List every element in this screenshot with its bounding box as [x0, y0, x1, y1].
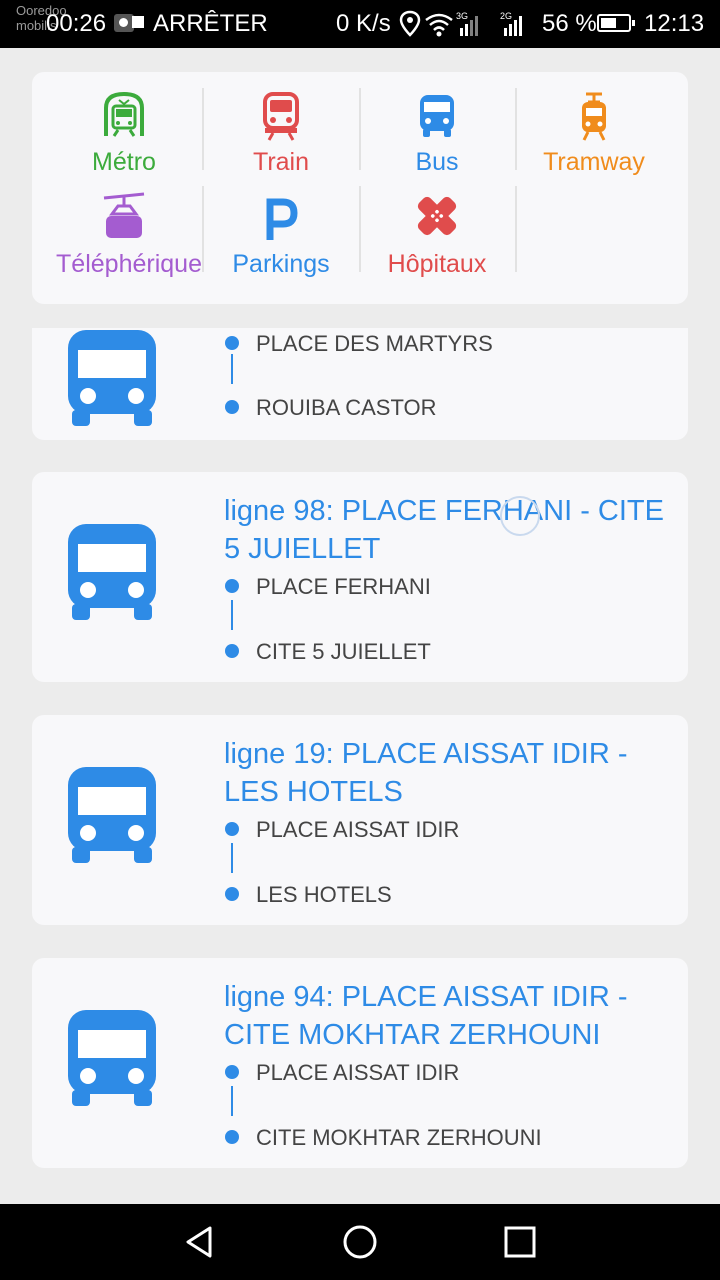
parking-icon	[266, 198, 298, 240]
stop-origin: PLACE DES MARTYRS	[256, 331, 493, 356]
category-label: Hôpitaux	[387, 250, 487, 278]
bus-icon	[68, 1010, 156, 1106]
transport-category-card: Métro Train Bus Tramway Téléphérique Par…	[32, 72, 688, 304]
recording-time: 00:26	[46, 10, 107, 37]
bus-icon	[68, 524, 156, 620]
route-line	[231, 1086, 233, 1116]
category-label: Train	[252, 148, 310, 176]
network-speed: 0 K/s	[336, 10, 391, 37]
train-icon	[263, 92, 299, 141]
stop-icon[interactable]	[132, 16, 144, 28]
bus-line-card[interactable]: ligne 94: PLACE AISSAT IDIR - CITE MOKHT…	[32, 958, 688, 1168]
bus-line-card[interactable]: ligne 19: PLACE AISSAT IDIR - LES HOTELS…	[32, 715, 688, 925]
category-hopitaux[interactable]: Hôpitaux	[359, 174, 515, 278]
navigation-bar	[0, 1204, 720, 1280]
tramway-icon	[582, 92, 606, 141]
stop-dot	[225, 644, 239, 658]
category-train[interactable]: Train	[203, 72, 359, 176]
stop-origin: PLACE AISSAT IDIR	[256, 817, 460, 842]
stop-origin: PLACE AISSAT IDIR	[256, 1060, 460, 1085]
route-line	[231, 600, 233, 630]
category-label: Tramway	[543, 148, 645, 176]
stop-destination: ROUIBA CASTOR	[256, 395, 437, 420]
bus-line-card[interactable]: PLACE DES MARTYRS ROUIBA CASTOR	[32, 328, 688, 440]
status-bar: Ooredoo mobilis 00:26 ARRÊTER 0 K/s 3G 2…	[0, 0, 720, 48]
divider	[515, 186, 517, 272]
recent-apps-icon[interactable]	[500, 1222, 540, 1262]
bus-icon	[68, 330, 156, 426]
stop-dot	[225, 579, 239, 593]
stop-dot	[225, 887, 239, 901]
network-type-2: 2G	[500, 11, 512, 21]
stop-dot	[225, 400, 239, 414]
wifi-icon	[425, 13, 453, 37]
home-icon[interactable]	[340, 1222, 380, 1262]
stop-destination: CITE MOKHTAR ZERHOUNI	[256, 1125, 542, 1150]
route-line	[231, 843, 233, 873]
stop-origin: PLACE FERHANI	[256, 574, 431, 599]
line-title: ligne 98: PLACE FERHANI - CITE 5 JUIELLE…	[224, 495, 664, 565]
line-title: ligne 19: PLACE AISSAT IDIR - LES HOTELS	[224, 738, 628, 808]
category-label: Téléphérique	[56, 250, 202, 278]
battery-percent: 56 %	[542, 10, 597, 37]
screen-record-icon	[114, 14, 134, 32]
clock: 12:13	[644, 10, 705, 37]
category-label: Parkings	[232, 250, 330, 278]
stop-recording-button[interactable]: ARRÊTER	[153, 9, 268, 39]
status-icons: 3G 2G	[399, 10, 522, 37]
network-type-1: 3G	[456, 11, 468, 21]
route-line	[231, 354, 233, 384]
stop-dot	[225, 336, 239, 350]
line-title: ligne 94: PLACE AISSAT IDIR - CITE MOKHT…	[224, 981, 628, 1051]
metro-icon	[104, 91, 144, 137]
bus-icon	[420, 95, 454, 137]
stop-dot	[225, 1130, 239, 1144]
cable-car-icon	[103, 192, 145, 238]
stop-destination: CITE 5 JUIELLET	[256, 639, 431, 664]
category-tramway[interactable]: Tramway	[516, 72, 672, 176]
category-parkings[interactable]: Parkings	[203, 174, 359, 278]
stop-dot	[225, 1065, 239, 1079]
category-telepherique[interactable]: Téléphérique	[46, 174, 202, 278]
category-bus[interactable]: Bus	[359, 72, 515, 176]
category-label: Métro	[92, 148, 156, 176]
battery-icon	[597, 14, 635, 32]
back-icon[interactable]	[180, 1222, 220, 1262]
stop-destination: LES HOTELS	[256, 882, 392, 907]
category-metro[interactable]: Métro	[46, 72, 202, 176]
touch-ripple	[500, 496, 540, 536]
location-icon	[399, 10, 421, 37]
stop-dot	[225, 822, 239, 836]
bus-line-list[interactable]: PLACE DES MARTYRS ROUIBA CASTOR ligne 98…	[0, 328, 720, 1204]
hospital-icon	[417, 196, 457, 236]
bus-icon	[68, 767, 156, 863]
category-label: Bus	[415, 148, 459, 176]
bus-line-card[interactable]: ligne 98: PLACE FERHANI - CITE 5 JUIELLE…	[32, 472, 688, 682]
